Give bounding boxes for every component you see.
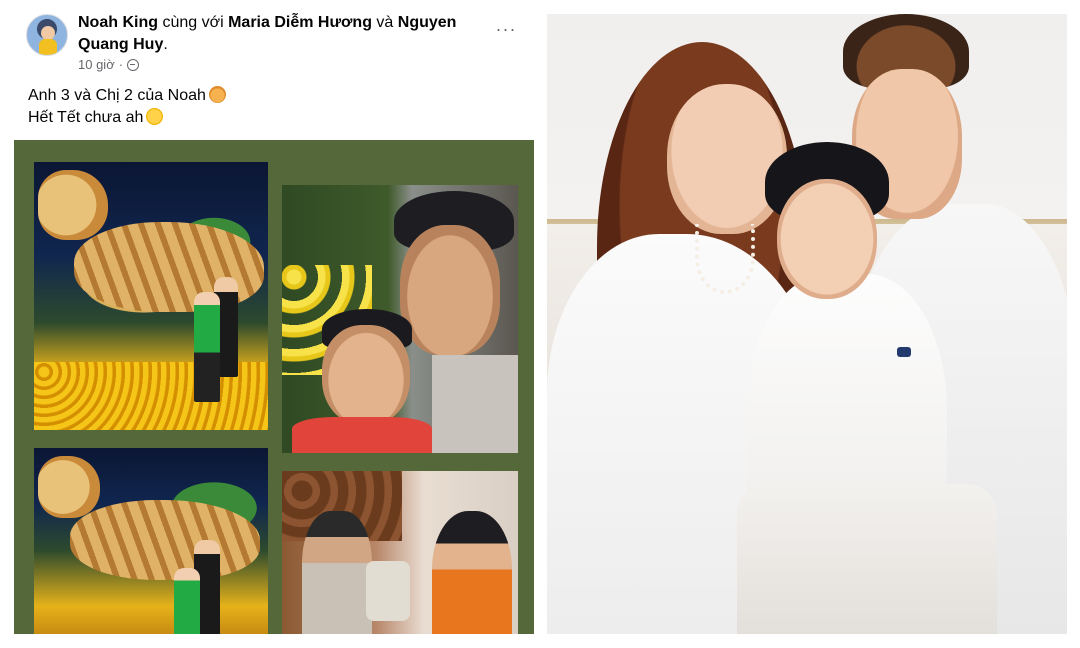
child-figure: [174, 568, 200, 634]
photo-tiger-statue-mother-child-2[interactable]: [34, 448, 268, 634]
boy-red-shirt: [292, 417, 432, 453]
father-shirt: [432, 355, 518, 453]
period-text: .: [163, 36, 168, 53]
post-text-line-2: Hết Tết chưa ah: [28, 107, 508, 129]
boy-orange-shirt: [432, 511, 512, 634]
tiger-statue-head: [38, 170, 108, 240]
post-photo-collage[interactable]: [14, 140, 534, 634]
and-text: và: [376, 14, 394, 31]
facebook-post: Noah King cùng với Maria Diễm Hương và N…: [14, 0, 534, 634]
author-line: Noah King cùng với Maria Diễm Hương và N…: [78, 12, 478, 56]
avatar-face: [41, 26, 55, 40]
boy-white-pants: [737, 484, 997, 634]
more-options-button[interactable]: ···: [492, 20, 520, 42]
father-face: [400, 225, 500, 355]
meta-separator: ·: [118, 57, 124, 72]
post-timestamp-link[interactable]: 10 giờ: [78, 57, 115, 72]
thinking-face-emoji-icon: [146, 108, 164, 125]
post-meta: 10 giờ ·: [78, 57, 140, 72]
post-header: Noah King cùng với Maria Diễm Hương và N…: [14, 0, 534, 80]
father-figure: [302, 511, 372, 634]
photo-father-son-selfie[interactable]: [282, 185, 518, 453]
with-text: cùng với: [162, 14, 224, 31]
mother-face: [667, 84, 787, 234]
boy-face: [322, 325, 410, 425]
author-name-link[interactable]: Noah King: [78, 14, 158, 31]
post-line-2-text: Hết Tết chưa ah: [28, 109, 144, 126]
author-avatar[interactable]: [26, 14, 68, 56]
photo-tiger-statue-mother-child-1[interactable]: [34, 162, 268, 430]
cat-face-emoji-icon: [208, 86, 226, 103]
tiger-statue-head: [38, 456, 100, 518]
photo-father-son-indoors[interactable]: [282, 471, 518, 634]
post-text-line-1: Anh 3 và Chị 2 của Noah: [28, 85, 508, 107]
tiger-statue-body: [70, 500, 260, 580]
pearl-necklace: [695, 224, 755, 294]
child-figure: [194, 292, 220, 402]
tagged-person-1-link[interactable]: Maria Diễm Hương: [228, 14, 372, 31]
boy-face: [777, 179, 877, 299]
post-text: Anh 3 và Chị 2 của Noah Hết Tết chưa ah: [28, 85, 508, 129]
avatar-body: [39, 39, 57, 55]
globe-icon[interactable]: [127, 58, 140, 71]
family-portrait-photo: [547, 14, 1067, 634]
post-line-1-text: Anh 3 và Chị 2 của Noah: [28, 87, 206, 104]
cushion: [366, 561, 410, 621]
shirt-logo: [897, 347, 911, 357]
